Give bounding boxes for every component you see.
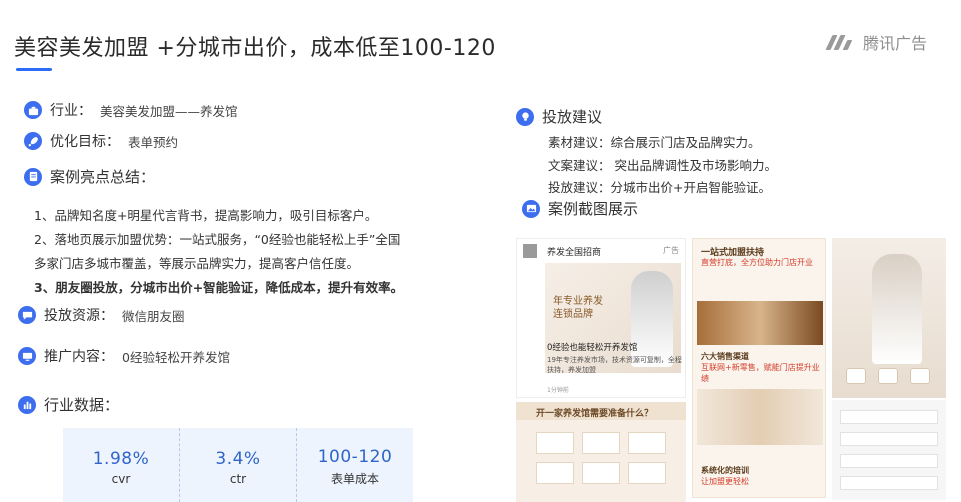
poster-text: 年专业养发 连锁品牌 xyxy=(553,296,603,320)
feature-badge xyxy=(910,368,930,384)
chat-icon xyxy=(18,306,36,324)
content-value: 0经验轻松开养发馆 xyxy=(122,349,230,365)
title-underline xyxy=(16,68,52,71)
advice-heading: 投放建议 xyxy=(542,108,603,126)
section-title: 六大销售渠道 xyxy=(701,352,749,361)
goal-label: 优化目标： xyxy=(50,134,120,150)
form-field xyxy=(840,410,938,424)
advice-item: 素材建议：综合展示门店及品牌实力。 xyxy=(548,135,761,150)
rocket-icon xyxy=(24,132,42,150)
data-heading-row: 行业数据： xyxy=(18,394,119,415)
goal-value: 表单预约 xyxy=(128,134,179,150)
form-field xyxy=(840,476,938,490)
ad-timestamp: 1分钟前 xyxy=(547,387,569,394)
brand-logo: 腾讯广告 xyxy=(825,30,927,54)
content-row: 推广内容： 0经验轻松开养发馆 xyxy=(18,346,230,366)
ad-account-name: 养发全国招商 xyxy=(547,248,602,258)
section-subtitle: 让加盟更轻松 xyxy=(701,477,749,486)
bar-chart-icon xyxy=(18,395,36,414)
lightbulb-icon xyxy=(516,107,534,126)
ad-caption: 0经验也能轻松开养发馆 xyxy=(547,343,638,353)
industry-value: 美容美发加盟——养发馆 xyxy=(100,103,238,119)
landing-page-screenshot-bottom: 开一家养发馆需要准备什么？ xyxy=(516,402,686,502)
industry-label: 行业： xyxy=(50,103,92,119)
stat-form-cost: 100-120 表单成本 xyxy=(297,428,413,502)
section-subtitle: 直营打底，全方位助力门店开业 xyxy=(701,258,813,267)
highlights-heading-row: 案例亮点总结： xyxy=(24,166,155,187)
landing-heading: 开一家养发馆需要准备什么？ xyxy=(536,409,654,419)
section-subtitle: 互联网+新零售，赋能门店提升业绩 xyxy=(701,363,820,383)
stat-label: ctr xyxy=(229,471,247,486)
industry-row: 行业： 美容美发加盟——养发馆 xyxy=(24,100,238,120)
image-icon xyxy=(522,199,540,218)
content-label: 推广内容： xyxy=(44,349,114,365)
page-title: 美容美发加盟 +分城市出价，成本低至100-120 xyxy=(14,36,496,61)
stat-value: 3.4% xyxy=(215,448,261,469)
stat-value: 1.98% xyxy=(92,448,150,469)
briefcase-icon xyxy=(24,101,42,119)
goal-row: 优化目标： 表单预约 xyxy=(24,131,178,151)
stat-ctr: 3.4% ctr xyxy=(180,428,297,502)
resource-value: 微信朋友圈 xyxy=(122,308,185,324)
advice-item: 文案建议： 突出品牌调性及市场影响力。 xyxy=(548,157,777,173)
data-heading: 行业数据： xyxy=(44,396,120,414)
ad-badge: 广告 xyxy=(663,246,679,255)
feature-cell xyxy=(536,462,574,484)
section-title: 系统化的培训 xyxy=(701,466,749,475)
stat-label: cvr xyxy=(111,471,131,486)
highlight-item: 3、朋友圈投放，分城市出价+智能验证，降低成本，提升有效率。 xyxy=(34,280,404,295)
highlight-item: 1、品牌知名度+明星代言背书，提高影响力，吸引目标客户。 xyxy=(34,208,378,223)
store-photo xyxy=(697,301,823,345)
feature-cell xyxy=(628,432,666,454)
screenshots-heading-row: 案例截图展示 xyxy=(522,198,638,219)
advice-heading-row: 投放建议 xyxy=(516,106,602,127)
feature-badge xyxy=(846,368,866,384)
highlights-list: 1、品牌知名度+明星代言背书，提高影响力，吸引目标客户。 2、落地页展示加盟优势… xyxy=(34,204,434,300)
form-screenshot xyxy=(832,400,946,500)
feature-cell xyxy=(628,462,666,484)
industry-stats-panel: 1.98% cvr 3.4% ctr 100-120 表单成本 xyxy=(63,428,413,502)
landing-page-screenshot-right xyxy=(832,238,946,398)
resource-row: 投放资源： 微信朋友圈 xyxy=(18,305,185,325)
advice-item: 投放建议：分城市出价+开启智能验证。 xyxy=(548,180,771,195)
moments-ad-screenshot: 养发全国招商 广告 年专业养发 连锁品牌 0经验也能轻松开养发馆 19年专注养发… xyxy=(516,238,686,398)
feature-cell xyxy=(582,432,620,454)
feature-cell xyxy=(582,462,620,484)
highlight-item: 多家门店多城市覆盖，等展示品牌实力，提高客户信任度。 xyxy=(34,256,360,271)
brand-name: 腾讯广告 xyxy=(862,34,927,53)
landing-page-screenshot-middle: 一站式加盟扶持 直营打底，全方位助力门店开业 六大销售渠道 互联网+新零售，赋能… xyxy=(692,238,826,498)
tencent-ads-logo-icon xyxy=(825,33,857,51)
stat-value: 100-120 xyxy=(317,447,393,467)
products-photo xyxy=(697,389,823,445)
monitor-icon xyxy=(18,347,36,365)
stat-cvr: 1.98% cvr xyxy=(63,428,180,502)
ad-description: 19年专注养发市场，技术资源可复制，全程扶持，养发加盟 xyxy=(547,356,682,374)
document-icon xyxy=(24,167,42,186)
form-field xyxy=(840,454,938,468)
advice-list: 素材建议：综合展示门店及品牌实力。 文案建议： 突出品牌调性及市场影响力。 投放… xyxy=(548,132,777,200)
feature-badge xyxy=(878,368,898,384)
resource-label: 投放资源： xyxy=(44,308,114,324)
model-figure xyxy=(872,254,922,364)
feature-cell xyxy=(536,432,574,454)
avatar xyxy=(523,244,537,258)
screenshots-heading: 案例截图展示 xyxy=(548,200,639,218)
stat-label: 表单成本 xyxy=(330,472,379,486)
form-field xyxy=(840,432,938,446)
highlight-item: 2、落地页展示加盟优势：一站式服务，“0经验也能轻松上手”全国 xyxy=(34,232,401,247)
highlights-heading: 案例亮点总结： xyxy=(50,168,156,186)
